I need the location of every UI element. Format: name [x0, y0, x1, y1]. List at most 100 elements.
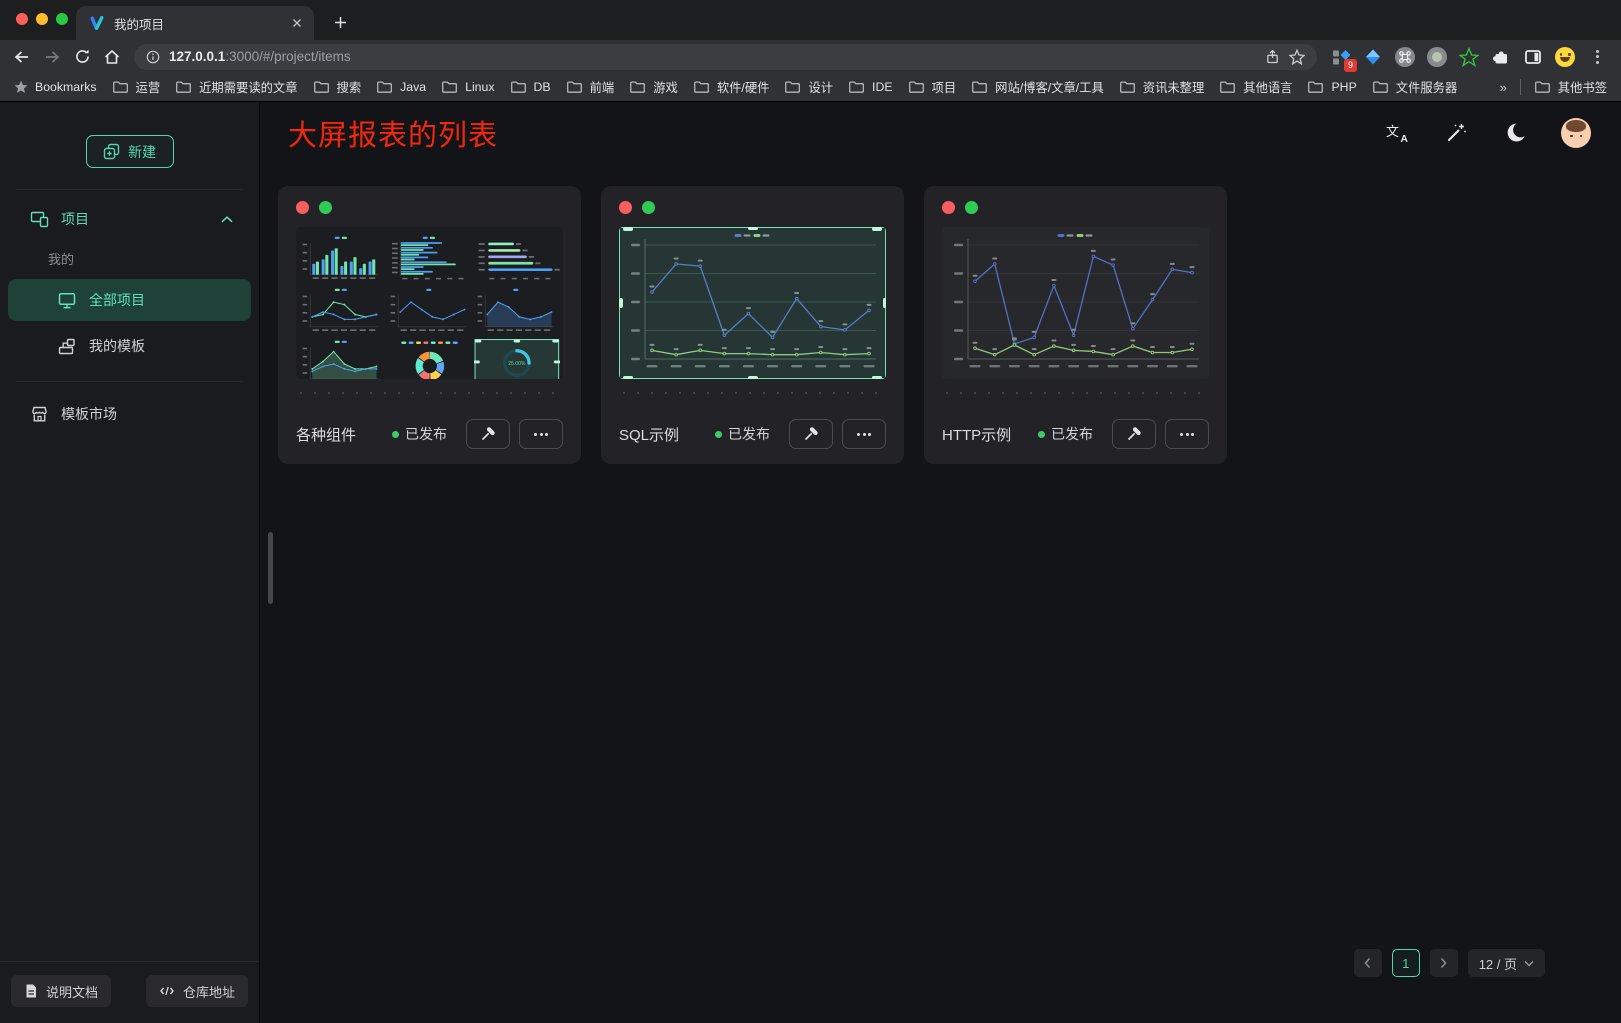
url-bar[interactable]: 127.0.0.1:3000/#/project/items: [134, 44, 1317, 70]
sidebar-item-template-market[interactable]: 模板市场: [0, 392, 259, 436]
bookmark-folder[interactable]: PHP: [1307, 80, 1356, 94]
sidebar-item-my-templates[interactable]: 我的模板: [8, 325, 251, 367]
app-root: 新建 项目 我的 全部项目 我的模板 模板市场: [0, 102, 1621, 1023]
page-size-select[interactable]: 12 / 页: [1468, 949, 1545, 977]
extension-grid-icon[interactable]: 9: [1329, 45, 1353, 69]
bookmark-folder[interactable]: 游戏: [629, 78, 678, 96]
ellipsis-icon: [534, 433, 548, 436]
bookmark-folder[interactable]: IDE: [848, 80, 893, 94]
bookmark-folder-label: 游戏: [653, 78, 678, 96]
folder-icon: [441, 80, 458, 94]
page-title: 大屏报表的列表: [288, 112, 498, 154]
bookmark-folder[interactable]: 近期需要读的文章: [175, 78, 297, 96]
extension-gem-icon[interactable]: [1361, 45, 1385, 69]
page-info-icon[interactable]: [146, 50, 160, 64]
more-actions-button[interactable]: [519, 419, 563, 449]
extension-star-icon[interactable]: [1457, 45, 1481, 69]
bookmark-folder[interactable]: 网站/博客/文章/工具: [971, 78, 1104, 96]
project-card[interactable]: SQL示例 已发布: [601, 186, 904, 464]
more-actions-button[interactable]: [1165, 419, 1209, 449]
hammer-icon: [803, 426, 819, 442]
pagination: 1 12 / 页: [1354, 949, 1545, 977]
previous-page-button[interactable]: [1354, 949, 1382, 977]
bookmark-folder[interactable]: 软件/硬件: [693, 78, 770, 96]
extension-puzzle-icon[interactable]: [1489, 45, 1513, 69]
new-tab-button[interactable]: [326, 8, 354, 36]
bookmark-folder[interactable]: DB: [510, 80, 551, 94]
tab-close-icon[interactable]: [288, 14, 306, 32]
bookmark-folder[interactable]: 前端: [566, 78, 615, 96]
selection-overlay: [619, 227, 886, 379]
language-toggle-icon[interactable]: 文A: [1384, 120, 1410, 146]
share-icon[interactable]: [1265, 49, 1280, 65]
bookmark-folder-label: 近期需要读的文章: [199, 78, 297, 96]
extension-record-icon[interactable]: [1425, 45, 1449, 69]
url-host: 127.0.0.1: [169, 49, 225, 64]
sidebar-group-project[interactable]: 项目: [0, 199, 259, 239]
bookmark-folder[interactable]: 运营: [112, 78, 161, 96]
status-label: 已发布: [1051, 424, 1093, 444]
folder-icon: [908, 80, 925, 94]
page-size-label: 12 / 页: [1479, 954, 1517, 973]
more-actions-button[interactable]: [842, 419, 886, 449]
browser-window: 我的项目 127.0.0.1:3000/#/project/items: [0, 0, 1621, 1023]
magic-wand-icon[interactable]: [1443, 120, 1469, 146]
project-card[interactable]: 25.00% 各种组件 已发布: [278, 186, 581, 464]
next-page-button[interactable]: [1430, 949, 1458, 977]
bookmark-folder[interactable]: 文件服务器: [1372, 78, 1458, 96]
folder-icon: [566, 80, 583, 94]
card-footer: HTTP示例 已发布: [942, 419, 1209, 449]
extension-emoji-icon[interactable]: [1553, 45, 1577, 69]
bookmarks-overflow-button[interactable]: »: [1500, 80, 1507, 95]
extension-command-icon[interactable]: [1393, 45, 1417, 69]
line-chart: [942, 227, 1209, 379]
bookmark-folder-label: 软件/硬件: [717, 78, 770, 96]
bookmark-folder-label: 项目: [932, 78, 957, 96]
bookmark-folder[interactable]: Java: [376, 80, 426, 94]
extension-side-panel-icon[interactable]: [1521, 45, 1545, 69]
edit-project-button[interactable]: [1112, 419, 1156, 449]
status-label: 已发布: [405, 424, 447, 444]
docs-button[interactable]: 说明文档: [11, 975, 111, 1007]
page-number-button[interactable]: 1: [1392, 949, 1420, 977]
bookmark-folder[interactable]: Linux: [441, 80, 494, 94]
browser-tab[interactable]: 我的项目: [76, 6, 314, 40]
other-bookmarks[interactable]: 其他书签: [1534, 78, 1607, 96]
home-button[interactable]: [98, 43, 126, 71]
mini-chart-gauge: 25.00%: [474, 336, 560, 379]
new-project-button[interactable]: 新建: [86, 135, 174, 168]
ellipsis-icon: [857, 433, 871, 436]
edit-project-button[interactable]: [789, 419, 833, 449]
close-window-button[interactable]: [16, 13, 28, 25]
bookmark-star-icon[interactable]: [1289, 49, 1305, 65]
project-card[interactable]: HTTP示例 已发布: [924, 186, 1227, 464]
minimize-window-button[interactable]: [36, 13, 48, 25]
back-button[interactable]: [8, 43, 36, 71]
main-content: 大屏报表的列表 文A 25.00%: [260, 102, 1621, 1023]
user-avatar[interactable]: [1561, 118, 1591, 148]
bookmark-folder[interactable]: 资讯未整理: [1119, 78, 1205, 96]
content-header: 大屏报表的列表 文A: [260, 102, 1621, 163]
folder-icon: [510, 80, 527, 94]
dark-mode-moon-icon[interactable]: [1502, 120, 1528, 146]
reload-button[interactable]: [68, 43, 96, 71]
status-dot: [715, 431, 722, 438]
bookmark-folder[interactable]: 其他语言: [1219, 78, 1292, 96]
chrome-menu-icon[interactable]: [1585, 50, 1609, 64]
mini-chart-area: [474, 284, 560, 336]
new-project-label: 新建: [128, 142, 156, 162]
sidebar-item-all-projects[interactable]: 全部项目: [8, 279, 251, 321]
folder-icon: [313, 80, 330, 94]
edit-project-button[interactable]: [466, 419, 510, 449]
zoom-window-button[interactable]: [56, 13, 68, 25]
chevron-right-icon: [1439, 957, 1448, 969]
chevron-up-icon[interactable]: [221, 216, 233, 223]
repo-button[interactable]: 仓库地址: [146, 975, 248, 1007]
bookmark-folder[interactable]: 搜索: [313, 78, 362, 96]
content-scrollbar[interactable]: [268, 532, 273, 604]
bookmark-folder[interactable]: 设计: [784, 78, 833, 96]
bookmarks-root[interactable]: Bookmarks: [14, 80, 97, 94]
repo-button-label: 仓库地址: [183, 982, 235, 1001]
bookmark-folder[interactable]: 项目: [908, 78, 957, 96]
forward-button[interactable]: [38, 43, 66, 71]
